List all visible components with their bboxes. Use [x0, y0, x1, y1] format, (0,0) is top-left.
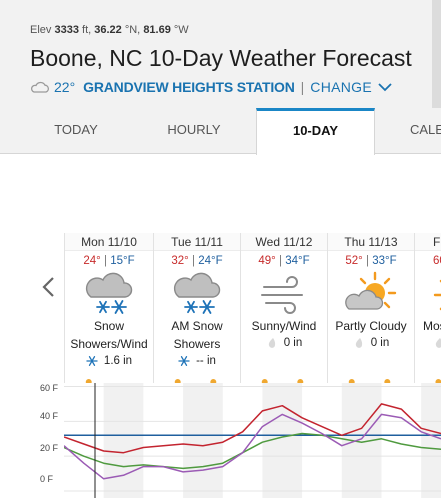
high-temp: 32°: [171, 255, 189, 267]
weather-page: { "location": { "elev_label": "Elev", "e…: [0, 0, 441, 498]
snowflake-icon: [86, 356, 98, 366]
y-tick-label: 60 F: [40, 383, 59, 393]
station-row: 22° GRANDVIEW HEIGHTS STATION | CHANGE: [30, 78, 393, 96]
raindrop-icon: [268, 338, 275, 348]
condition-line-1: AM Snow: [171, 319, 223, 333]
current-temperature: 22°: [54, 79, 76, 95]
tab-calendar[interactable]: CALE: [392, 108, 441, 154]
y-tick-label: 40 F: [40, 411, 59, 421]
y-tick-label: 20 F: [40, 443, 59, 453]
low-temp: 24°F: [198, 255, 223, 267]
precip-amount: -- in: [154, 355, 240, 367]
night-band: [183, 383, 223, 498]
day-header: Tue 11/11: [154, 233, 240, 251]
night-band: [421, 383, 441, 498]
high-temp: 24°: [83, 255, 101, 267]
chevron-down-icon[interactable]: [377, 82, 393, 92]
header-edge: [432, 0, 441, 108]
sun-icon: [433, 279, 441, 311]
location-header: Elev 3333 ft, 36.22 °N, 81.69 °W Boone, …: [0, 0, 441, 108]
low-temp: 34°F: [285, 255, 310, 267]
tab-10-day[interactable]: 10-DAY: [256, 108, 375, 155]
lat-unit: °N,: [124, 24, 141, 36]
day-temps: 60: [415, 255, 441, 267]
elev-unit: ft,: [82, 24, 92, 36]
day-header: Mon 11/10: [65, 233, 153, 251]
precip-amount: 0 in: [328, 337, 414, 349]
night-band: [103, 383, 144, 498]
temp-separator: |: [365, 255, 369, 267]
high-temp: 60: [433, 255, 441, 267]
precip-value: 1.6 in: [103, 355, 133, 367]
hourly-temperature-chart: 60 F 40 F 20 F 0 F: [0, 383, 441, 498]
condition-line-1: Mos: [423, 319, 441, 333]
change-station-link[interactable]: CHANGE: [310, 79, 372, 95]
tab-hourly[interactable]: HOURLY: [120, 108, 268, 154]
day-column[interactable]: Mon 11/10 24° | 15°F Snow Showers/Wind 1…: [64, 233, 153, 383]
condition-line-2: Showers/Wind: [70, 337, 148, 351]
precip-amount: 1.6 in: [65, 355, 153, 367]
precip-amount: [415, 337, 441, 349]
condition-line-1: Sunny/Wind: [251, 319, 317, 333]
temp-separator: |: [103, 255, 107, 267]
day-column[interactable]: Wed 11/12 49° | 34°F Sunny/Wind 0 in: [240, 233, 327, 383]
precip-value: 0 in: [283, 337, 303, 349]
condition-line-2: Showers: [173, 337, 221, 351]
day-column[interactable]: Thu 11/13 52° | 33°F Partly Cloudy 0 in: [327, 233, 414, 383]
raindrop-icon: [355, 338, 362, 348]
station-name[interactable]: GRANDVIEW HEIGHTS STATION: [83, 79, 295, 95]
precip-value: -- in: [196, 355, 216, 367]
elev-label: Elev: [30, 24, 52, 36]
temp-separator: |: [191, 255, 195, 267]
raindrop-icon: [435, 338, 441, 348]
partly-cloudy-icon: [345, 271, 397, 310]
lon-unit: °W: [173, 24, 189, 36]
elevation-coordinates: Elev 3333 ft, 36.22 °N, 81.69 °W: [30, 24, 189, 36]
previous-arrow-icon[interactable]: [40, 276, 58, 298]
page-title: Boone, NC 10-Day Weather Forecast: [30, 45, 412, 71]
day-header: F: [415, 233, 441, 251]
lat-value: 36.22: [94, 24, 122, 36]
condition-line-1: Snow: [93, 319, 125, 333]
day-temps: 49° | 34°F: [241, 255, 327, 267]
high-temp: 52°: [345, 255, 363, 267]
forecast-tabs: TODAY HOURLY 10-DAY CALE: [0, 108, 441, 155]
low-temp: 33°F: [372, 255, 397, 267]
day-header: Thu 11/13: [328, 233, 414, 251]
high-temp: 49°: [258, 255, 276, 267]
day-column[interactable]: Tue 11/11 32° | 24°F AM Snow Showers -- …: [153, 233, 240, 383]
snow-cloud-icon: [85, 272, 133, 314]
day-temps: 32° | 24°F: [154, 255, 240, 267]
snow-cloud-icon: [173, 272, 221, 314]
day-header: Wed 11/12: [241, 233, 327, 251]
day-temps: 52° | 33°F: [328, 255, 414, 267]
lon-value: 81.69: [143, 24, 171, 36]
day-column[interactable]: F 60 Mos: [414, 233, 441, 383]
separator: |: [300, 79, 305, 95]
precip-amount: 0 in: [241, 337, 327, 349]
day-temps: 24° | 15°F: [65, 255, 153, 267]
precip-value: 0 in: [370, 337, 390, 349]
cloudy-icon: [30, 81, 49, 93]
y-tick-label: 0 F: [40, 474, 54, 484]
condition-line-1: Partly Cloudy: [335, 319, 407, 333]
low-temp: 15°F: [110, 255, 135, 267]
chart-plot: [64, 383, 441, 498]
wind-icon: [261, 276, 303, 314]
snowflake-icon: [178, 356, 190, 366]
elev-value: 3333: [54, 24, 79, 36]
temp-separator: |: [278, 255, 282, 267]
